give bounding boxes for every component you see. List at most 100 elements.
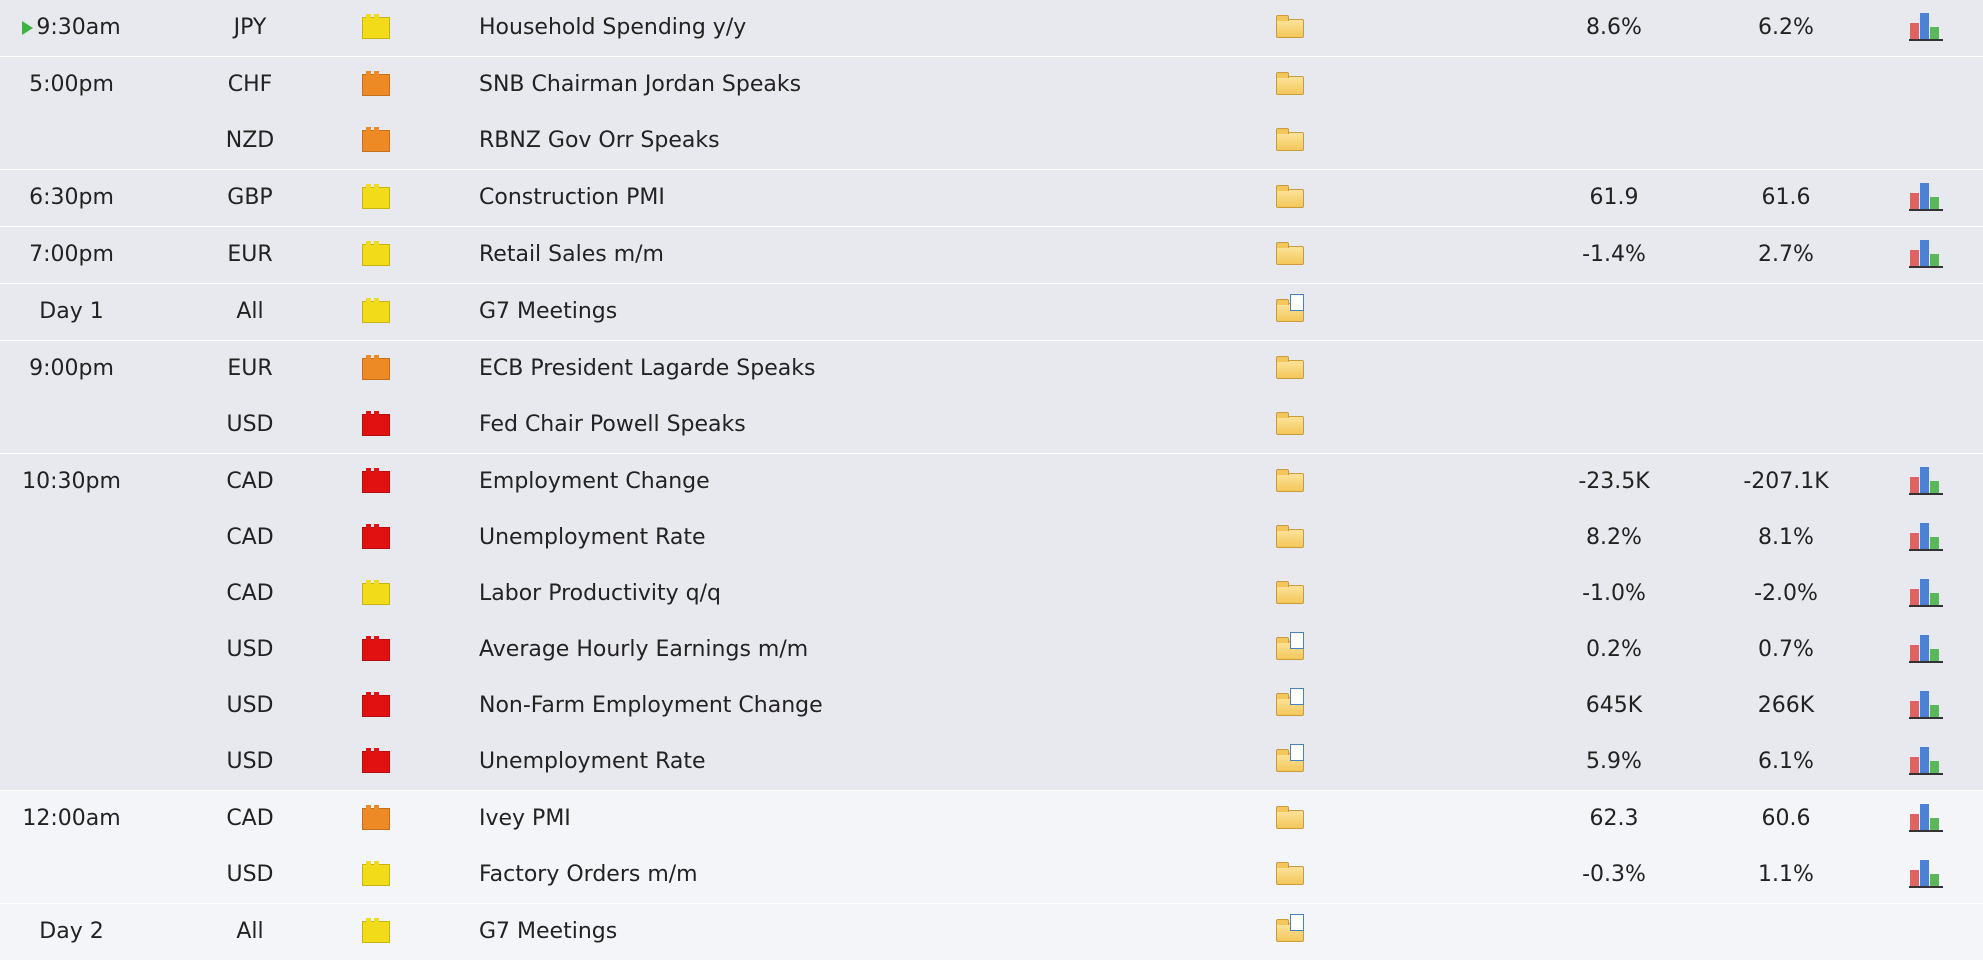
- bar-chart-icon[interactable]: [1909, 238, 1943, 268]
- bar-chart-icon[interactable]: [1909, 465, 1943, 495]
- bar-chart-icon[interactable]: [1909, 745, 1943, 775]
- folder-icon[interactable]: [1276, 15, 1304, 38]
- folder-document-icon[interactable]: [1276, 632, 1304, 660]
- table-row[interactable]: 10:30pm CAD Employment Change -23.5K -207.1K: [0, 454, 1983, 510]
- event-title[interactable]: Household Spending y/y: [479, 0, 1239, 56]
- folder-icon[interactable]: [1276, 806, 1304, 829]
- event-title[interactable]: Non-Farm Employment Change: [479, 678, 1239, 734]
- event-title[interactable]: Ivey PMI: [479, 791, 1239, 847]
- event-time: [0, 510, 143, 566]
- table-row[interactable]: CAD Unemployment Rate 8.2% 8.1%: [0, 510, 1983, 566]
- bar-chart-icon[interactable]: [1909, 181, 1943, 211]
- folder-document-icon[interactable]: [1276, 688, 1304, 716]
- play-arrow-icon: [22, 21, 34, 35]
- folder-document-icon[interactable]: [1276, 914, 1304, 942]
- event-title[interactable]: G7 Meetings: [479, 284, 1239, 340]
- impact-cell: [362, 566, 392, 622]
- event-title[interactable]: G7 Meetings: [479, 904, 1239, 960]
- table-row[interactable]: Day 1 All G7 Meetings: [0, 284, 1983, 340]
- event-title[interactable]: Factory Orders m/m: [479, 847, 1239, 903]
- event-title[interactable]: Retail Sales m/m: [479, 227, 1239, 283]
- bar-chart-icon[interactable]: [1909, 577, 1943, 607]
- detail-cell: [1276, 510, 1316, 566]
- impact-cell: [362, 904, 392, 960]
- impact-cell: [362, 791, 392, 847]
- table-row[interactable]: NZD RBNZ Gov Orr Speaks: [0, 113, 1983, 169]
- detail-cell: [1276, 622, 1316, 678]
- event-title[interactable]: ECB President Lagarde Speaks: [479, 341, 1239, 397]
- table-row[interactable]: 12:00am CAD Ivey PMI 62.3 60.6: [0, 791, 1983, 847]
- impact-flag-icon: [362, 241, 390, 266]
- folder-icon[interactable]: [1276, 581, 1304, 604]
- currency: USD: [226, 412, 274, 437]
- table-row[interactable]: 9:00pm EUR ECB President Lagarde Speaks: [0, 341, 1983, 397]
- event-time: 9:00pm: [0, 341, 143, 397]
- bar-chart-icon[interactable]: [1909, 689, 1943, 719]
- event-time: 12:00am: [0, 791, 143, 847]
- event-title[interactable]: Unemployment Rate: [479, 734, 1239, 790]
- impact-cell: [362, 734, 392, 790]
- event-time-label: 9:00pm: [29, 356, 114, 381]
- detail-cell: [1276, 284, 1316, 340]
- folder-icon[interactable]: [1276, 356, 1304, 379]
- bar-chart-icon[interactable]: [1909, 11, 1943, 41]
- forecast-value: 60.6: [1761, 806, 1811, 831]
- impact-flag-icon: [362, 748, 390, 773]
- table-row[interactable]: 9:30am JPY Household Spending y/y 8.6% 6.2%: [0, 0, 1983, 56]
- folder-icon[interactable]: [1276, 242, 1304, 265]
- event-title[interactable]: Average Hourly Earnings m/m: [479, 622, 1239, 678]
- graph-cell: [1909, 622, 1945, 678]
- event-time: Day 1: [0, 284, 143, 340]
- table-row[interactable]: 7:00pm EUR Retail Sales m/m -1.4% 2.7%: [0, 227, 1983, 283]
- table-row[interactable]: Day 2 All G7 Meetings: [0, 904, 1983, 960]
- folder-document-icon[interactable]: [1276, 294, 1304, 322]
- folder-icon[interactable]: [1276, 525, 1304, 548]
- bar-chart-icon[interactable]: [1909, 633, 1943, 663]
- table-row[interactable]: USD Average Hourly Earnings m/m 0.2% 0.7%: [0, 622, 1983, 678]
- event-title[interactable]: SNB Chairman Jordan Speaks: [479, 57, 1239, 113]
- currency: USD: [226, 693, 274, 718]
- table-row[interactable]: CAD Labor Productivity q/q -1.0% -2.0%: [0, 566, 1983, 622]
- time-group: 7:00pm EUR Retail Sales m/m -1.4% 2.7%: [0, 227, 1983, 284]
- table-row[interactable]: 6:30pm GBP Construction PMI 61.9 61.6: [0, 170, 1983, 226]
- table-row[interactable]: 5:00pm CHF SNB Chairman Jordan Speaks: [0, 57, 1983, 113]
- folder-icon[interactable]: [1276, 469, 1304, 492]
- folder-icon[interactable]: [1276, 862, 1304, 885]
- time-group: 12:00am CAD Ivey PMI 62.3 60.6 USD Factory Ord…: [0, 791, 1983, 904]
- table-row[interactable]: USD Non-Farm Employment Change 645K 266K: [0, 678, 1983, 734]
- folder-document-icon[interactable]: [1276, 744, 1304, 772]
- event-title[interactable]: Fed Chair Powell Speaks: [479, 397, 1239, 453]
- event-time: 10:30pm: [0, 454, 143, 510]
- bar-chart-icon[interactable]: [1909, 802, 1943, 832]
- event-title[interactable]: Employment Change: [479, 454, 1239, 510]
- event-time: [0, 622, 143, 678]
- table-row[interactable]: USD Factory Orders m/m -0.3% 1.1%: [0, 847, 1983, 903]
- forecast-value: -207.1K: [1743, 469, 1829, 494]
- detail-cell: [1276, 397, 1316, 453]
- time-group: Day 2 All G7 Meetings: [0, 904, 1983, 961]
- forecast-value: [1730, 113, 1842, 169]
- bar-chart-icon[interactable]: [1909, 521, 1943, 551]
- impact-flag-icon: [362, 468, 390, 493]
- graph-cell: [1909, 678, 1945, 734]
- event-time: 9:30am: [0, 0, 143, 56]
- detail-cell: [1276, 341, 1316, 397]
- impact-flag-icon: [362, 524, 390, 549]
- table-row[interactable]: USD Fed Chair Powell Speaks: [0, 397, 1983, 453]
- time-group: 5:00pm CHF SNB Chairman Jordan Speaks NZD RB…: [0, 57, 1983, 170]
- event-title[interactable]: Unemployment Rate: [479, 510, 1239, 566]
- graph-cell: [1909, 734, 1945, 790]
- event-title[interactable]: RBNZ Gov Orr Speaks: [479, 113, 1239, 169]
- event-title[interactable]: Construction PMI: [479, 170, 1239, 226]
- forecast-value: 6.1%: [1758, 749, 1814, 774]
- folder-icon[interactable]: [1276, 72, 1304, 95]
- folder-icon[interactable]: [1276, 412, 1304, 435]
- currency: EUR: [227, 242, 273, 267]
- impact-flag-icon: [362, 636, 390, 661]
- table-row[interactable]: USD Unemployment Rate 5.9% 6.1%: [0, 734, 1983, 790]
- folder-icon[interactable]: [1276, 128, 1304, 151]
- folder-icon[interactable]: [1276, 185, 1304, 208]
- bar-chart-icon[interactable]: [1909, 858, 1943, 888]
- event-title[interactable]: Labor Productivity q/q: [479, 566, 1239, 622]
- actual-value: [1558, 57, 1670, 113]
